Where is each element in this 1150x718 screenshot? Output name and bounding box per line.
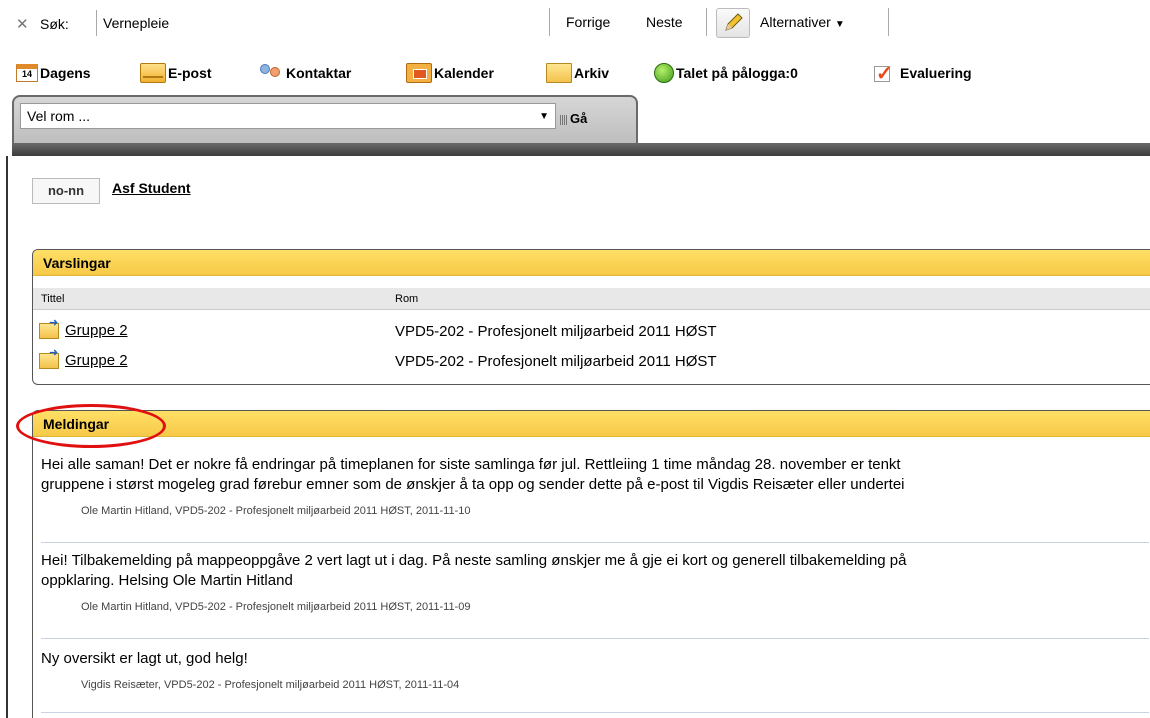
search-label: Søk: xyxy=(40,16,69,32)
message-item: Hei! Tilbakemelding på mappeoppgåve 2 ve… xyxy=(41,551,1149,639)
room-select[interactable]: Vel rom ... ▼ xyxy=(20,103,556,129)
go-button[interactable]: Gå xyxy=(560,111,587,126)
search-input[interactable] xyxy=(96,10,546,36)
panel-title: Meldingar xyxy=(33,411,1150,437)
notification-link[interactable]: Gruppe 2 xyxy=(39,316,128,339)
toolbar-evaluering[interactable]: ✓ Evaluering xyxy=(872,60,972,86)
notification-room: VPD5-202 - Profesjonelt miljøarbeid 2011… xyxy=(395,323,717,340)
column-header-title: Tittel xyxy=(41,293,65,305)
message-item: Hei alle saman! Det er nokre få endringa… xyxy=(41,455,1149,543)
toolbar-label: Kontaktar xyxy=(286,65,352,81)
folder-arrow-icon xyxy=(39,346,59,369)
pencil-icon[interactable] xyxy=(716,8,750,38)
chevron-down-icon: ▼ xyxy=(539,111,549,122)
go-label: Gå xyxy=(570,111,588,126)
room-selector-tab: Vel rom ... ▼ Gå xyxy=(12,95,638,145)
notification-title: Gruppe 2 xyxy=(65,322,128,339)
table-row: Gruppe 2 VPD5-202 - Profesjonelt miljøar… xyxy=(33,316,1150,344)
divider xyxy=(888,8,889,36)
user-name-link[interactable]: Asf Student xyxy=(112,180,191,196)
calendar-icon xyxy=(406,63,432,83)
contacts-icon xyxy=(258,63,284,83)
notification-room: VPD5-202 - Profesjonelt miljøarbeid 2011… xyxy=(395,353,717,370)
main-toolbar: 14 Dagens E-post Kontaktar Kalender Arki… xyxy=(0,54,1150,90)
notifications-panel: Varslingar Tittel Rom Gruppe 2 VPD5-202 … xyxy=(32,249,1150,385)
previous-button[interactable]: Forrige xyxy=(566,14,610,30)
folder-icon xyxy=(546,63,572,83)
find-bar: ✕ Søk: Forrige Neste Alternativer▼ xyxy=(0,0,1150,44)
toolbar-label: Kalender xyxy=(434,65,494,81)
divider xyxy=(549,8,550,36)
calendar-day-icon: 14 xyxy=(16,64,38,82)
message-line: oppklaring. Helsing Ole Martin Hitland xyxy=(41,572,293,589)
header-divider-bar xyxy=(12,143,1150,156)
message-line: Hei! Tilbakemelding på mappeoppgåve 2 ve… xyxy=(41,552,907,569)
column-header-room: Rom xyxy=(395,293,419,305)
room-select-value: Vel rom ... xyxy=(27,108,91,124)
close-icon[interactable]: ✕ xyxy=(16,15,29,33)
language-badge[interactable]: no-nn xyxy=(32,178,100,204)
messages-panel: Meldingar Hei alle saman! Det er nokre f… xyxy=(32,410,1150,718)
toolbar-label: Evaluering xyxy=(900,65,972,81)
toolbar-label: Talet på pålogga:0 xyxy=(676,65,798,81)
toolbar-kalender[interactable]: Kalender xyxy=(406,60,494,86)
notification-link[interactable]: Gruppe 2 xyxy=(39,346,128,369)
annotation-circle xyxy=(16,404,166,448)
grip-icon xyxy=(560,114,568,125)
toolbar-label: Dagens xyxy=(40,65,91,81)
toolbar-online-count[interactable]: Talet på pålogga:0 xyxy=(654,60,798,86)
toolbar-arkiv[interactable]: Arkiv xyxy=(546,60,609,86)
toolbar-label: Arkiv xyxy=(574,65,610,81)
next-button[interactable]: Neste xyxy=(646,14,683,30)
mail-icon xyxy=(140,63,166,83)
checkmark-icon: ✓ xyxy=(874,63,893,85)
panel-title: Varslingar xyxy=(33,250,1150,276)
left-border xyxy=(6,156,8,718)
folder-arrow-icon xyxy=(39,316,59,339)
notification-title: Gruppe 2 xyxy=(65,352,128,369)
message-line: Ny oversikt er lagt ut, god helg! xyxy=(41,650,248,667)
message-meta: Ole Martin Hitland, VPD5-202 - Profesjon… xyxy=(81,505,471,517)
divider xyxy=(706,8,707,36)
message-item: Ny oversikt er lagt ut, god helg! Vigdis… xyxy=(41,649,1149,713)
smiley-icon xyxy=(654,63,674,83)
table-row: Gruppe 2 VPD5-202 - Profesjonelt miljøar… xyxy=(33,346,1150,374)
message-meta: Ole Martin Hitland, VPD5-202 - Profesjon… xyxy=(81,601,471,613)
table-header: Tittel Rom xyxy=(33,288,1150,310)
message-line: gruppene i størst mogeleg grad førebur e… xyxy=(41,476,905,493)
toolbar-epost[interactable]: E-post xyxy=(140,60,212,86)
message-line: Hei alle saman! Det er nokre få endringa… xyxy=(41,456,901,473)
options-dropdown[interactable]: Alternativer ▼ xyxy=(760,14,845,30)
toolbar-label: E-post xyxy=(168,65,212,81)
chevron-down-icon: ▼ xyxy=(834,19,845,30)
options-label: Alternativer xyxy=(760,14,831,30)
toolbar-kontaktar[interactable]: Kontaktar xyxy=(258,60,351,86)
toolbar-dagens[interactable]: 14 Dagens xyxy=(16,60,91,86)
message-meta: Vigdis Reisæter, VPD5-202 - Profesjonelt… xyxy=(81,679,460,691)
